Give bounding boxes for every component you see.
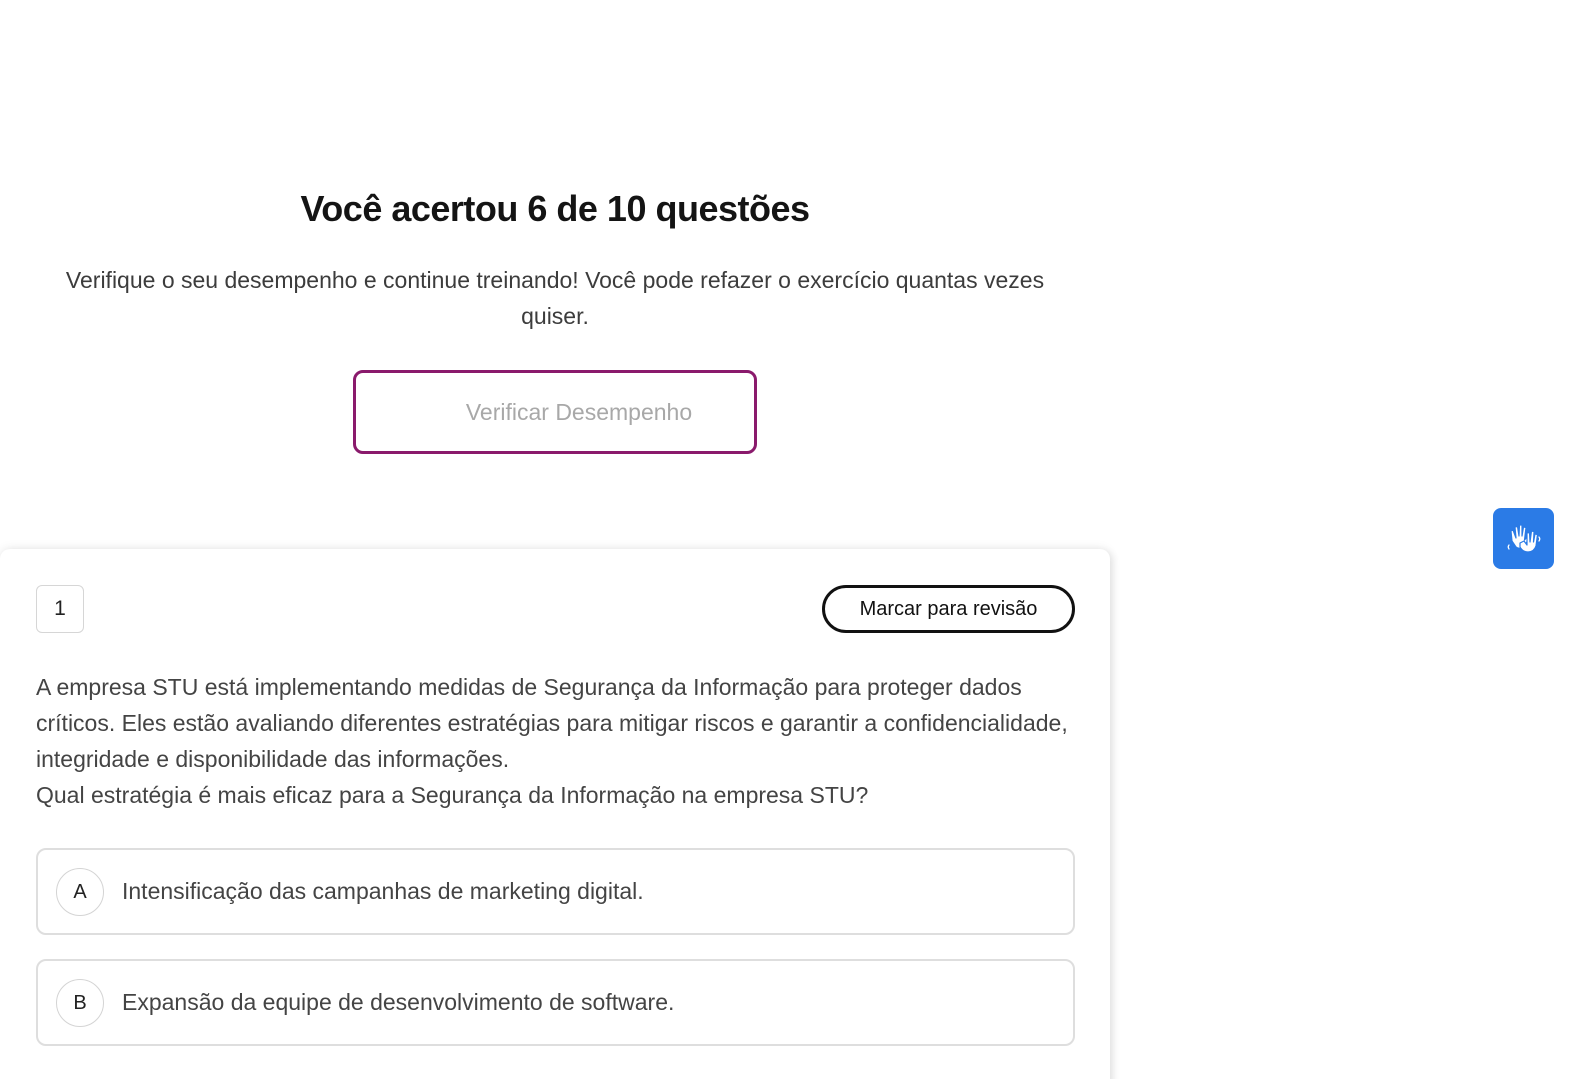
option-b[interactable]: B Expansão da equipe de desenvolvimento …: [36, 959, 1075, 1046]
option-text: Intensificação das campanhas de marketin…: [122, 878, 644, 904]
mark-for-review-button[interactable]: Marcar para revisão: [822, 585, 1075, 633]
page: Você acertou 6 de 10 questões Verifique …: [0, 0, 1572, 1079]
sign-language-hands-icon: [1507, 523, 1540, 553]
accessibility-widget-button[interactable]: [1493, 508, 1554, 569]
question-paragraph: A empresa STU está implementando medidas…: [36, 674, 1068, 772]
result-subtitle: Verifique o seu desempenho e continue tr…: [65, 267, 1045, 329]
option-letter: B: [56, 979, 104, 1027]
verify-performance-button[interactable]: Verificar Desempenho: [353, 370, 757, 454]
question-card: 1 Marcar para revisão A empresa STU está…: [0, 549, 1110, 1079]
option-letter: A: [56, 868, 104, 916]
option-text: Expansão da equipe de desenvolvimento de…: [122, 989, 675, 1015]
question-number: 1: [36, 585, 84, 633]
question-text: A empresa STU está implementando medidas…: [36, 669, 1076, 813]
question-prompt: Qual estratégia é mais eficaz para a Seg…: [36, 782, 869, 808]
result-title: Você acertou 6 de 10 questões: [300, 188, 810, 229]
option-a[interactable]: A Intensificação das campanhas de market…: [36, 848, 1075, 935]
